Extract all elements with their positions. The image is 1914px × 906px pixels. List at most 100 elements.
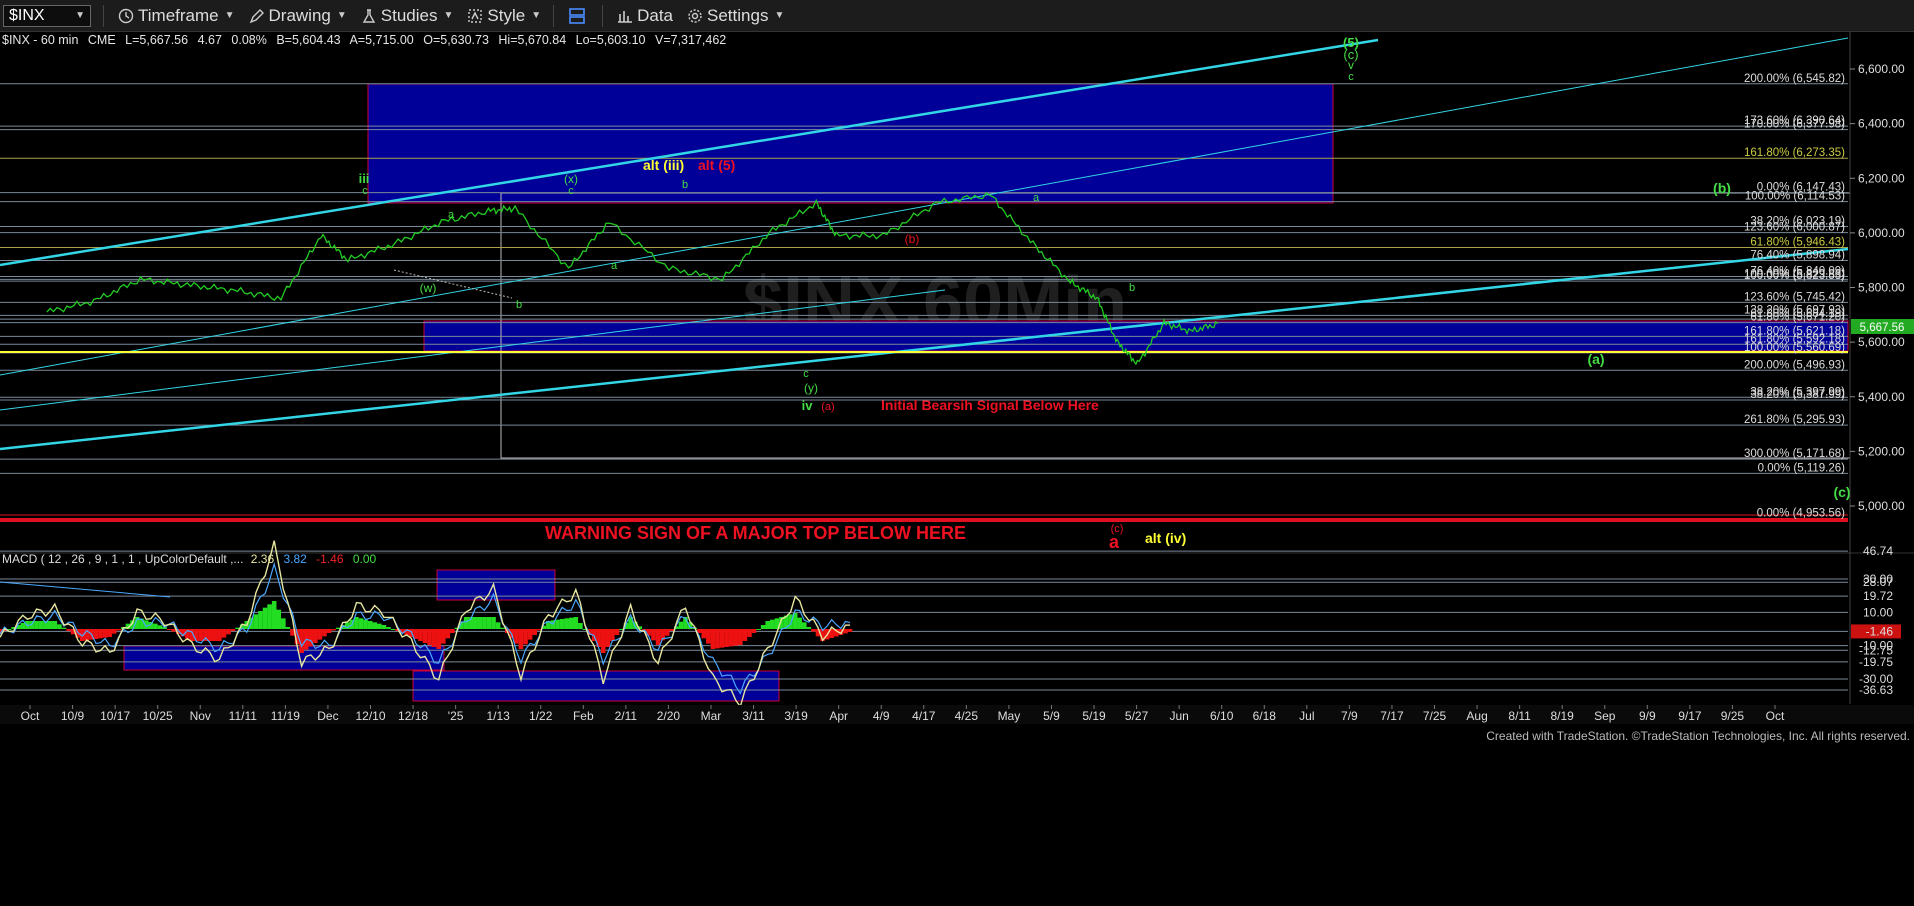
time-tick-label: 9/25: [1721, 709, 1745, 723]
time-tick-label: 4/9: [873, 709, 890, 723]
price-tick-label: 6,200.00: [1858, 171, 1905, 185]
macd-histogram-bar: [578, 623, 583, 629]
macd-histogram-bar: [788, 614, 793, 629]
settings-menu[interactable]: Settings ▼: [687, 6, 784, 26]
macd-histogram-bar: [157, 625, 163, 629]
macd-histogram-bar: [116, 629, 122, 631]
macd-histogram-bar: [358, 618, 364, 629]
macd-histogram-bar: [742, 629, 748, 641]
macd-histogram-bar: [285, 627, 291, 629]
quote-symbol: $INX - 60 min: [2, 33, 78, 47]
wave-label-a-red: (a): [821, 401, 834, 413]
macd-histogram-bar: [559, 619, 565, 629]
macd-histogram-bar: [372, 622, 378, 629]
price-tick-label: 6,400.00: [1858, 117, 1905, 131]
caret-down-icon: ▼: [531, 10, 542, 21]
time-tick-label: 7/9: [1341, 709, 1358, 723]
macd-histogram-bar: [678, 621, 684, 629]
wave-label-w: (w): [420, 281, 437, 295]
style-label: Style: [487, 5, 526, 25]
macd-histogram-bar: [600, 629, 606, 653]
macd-histogram-bar: [262, 607, 268, 629]
wave-label-a: a: [448, 209, 455, 221]
macd-histogram-bar: [20, 623, 26, 629]
fib-level-label: 200.00% (6,545.82): [1744, 73, 1845, 85]
time-tick-label: 10/17: [100, 709, 130, 723]
macd-histogram-bar: [98, 629, 103, 639]
macd-histogram-bar: [93, 629, 99, 639]
macd-histogram-bar: [322, 629, 327, 637]
wave-label-x: (x): [564, 172, 578, 186]
macd-tick-label: -1.46: [1866, 624, 1894, 638]
macd-histogram-bar: [52, 621, 58, 629]
macd-histogram-bar: [317, 629, 323, 640]
caret-down-icon: ▼: [336, 10, 347, 21]
macd-histogram-bar: [664, 629, 670, 636]
time-tick-label: 5/9: [1043, 709, 1060, 723]
macd-histogram-bar: [34, 621, 39, 629]
macd-tick-label: -10.00: [1859, 639, 1893, 653]
macd-histogram-bar: [326, 629, 332, 633]
fib-level-label: 76.40% (5,898.94): [1750, 249, 1845, 261]
macd-histogram-bar: [281, 618, 286, 629]
macd-histogram-bar: [614, 629, 620, 635]
quote-high: Hi=5,670.84: [498, 33, 566, 47]
time-tick-label: 12/18: [398, 709, 428, 723]
drawing-menu[interactable]: Drawing ▼: [249, 6, 347, 26]
macd-histogram-bar: [747, 629, 752, 637]
chart-canvas[interactable]: $INX,60Min $INX - 60 min CME L=5,667.56 …: [0, 32, 1914, 906]
macd-histogram-bar: [367, 621, 373, 629]
macd-histogram-bar: [450, 629, 455, 633]
macd-title: MACD ( 12 , 26 , 9 , 1 , 1 , UpColorDefa…: [2, 552, 377, 566]
time-tick-label: 9/17: [1678, 709, 1702, 723]
macd-histogram-bar: [843, 629, 848, 634]
fib-level-label: 61.80% (5,946.43): [1750, 237, 1845, 249]
wave-label-c: c: [1348, 71, 1354, 83]
time-tick-label: Dec: [317, 709, 338, 723]
wave-label-b: b: [516, 299, 522, 311]
macd-histogram-bar: [331, 629, 336, 631]
fib-level-label: 261.80% (5,295.93): [1744, 414, 1845, 426]
price-tick-label: 5,800.00: [1858, 281, 1905, 295]
wave-label-iii: iii: [359, 171, 370, 186]
macd-histogram-bar: [267, 604, 272, 629]
quote-low: Lo=5,603.10: [576, 33, 646, 47]
macd-histogram-bar: [440, 629, 446, 644]
time-tick-label: 7/17: [1380, 709, 1404, 723]
fib-level-label: 38.20% (5,387.99): [1750, 389, 1845, 401]
fib-level-label: 300.00% (5,171.68): [1744, 448, 1845, 460]
layout-button[interactable]: [568, 7, 590, 25]
time-tick-label: Aug: [1466, 709, 1487, 723]
fib-level-label: 0.00% (4,953.56): [1757, 508, 1845, 520]
caret-down-icon: ▼: [443, 10, 454, 21]
macd-histogram-bar: [431, 629, 437, 647]
style-menu[interactable]: Style ▼: [467, 6, 541, 26]
macd-histogram-bar: [472, 617, 478, 629]
wave-label-v: v: [1348, 58, 1354, 72]
data-menu[interactable]: Data: [617, 6, 673, 26]
toolbar-divider: [103, 4, 104, 27]
toolbar: $INX ▼ Timeframe ▼ Drawing ▼ Studies ▼ Styl…: [0, 0, 1914, 32]
time-tick-label: 11/11: [229, 709, 258, 723]
wave-label-a: a: [611, 260, 618, 272]
macd-histogram-bar: [381, 625, 387, 629]
time-tick-label: May: [998, 709, 1021, 723]
wave-label-iv: iv: [802, 398, 814, 413]
symbol-selector[interactable]: $INX ▼: [3, 4, 91, 27]
price-axis: 6,600.00 6,400.00 6,200.00 6,000.00 5,800.00…: [1850, 62, 1905, 513]
macd-histogram-bar: [207, 629, 213, 641]
macd-histogram-bar: [482, 617, 487, 629]
timeframe-menu[interactable]: Timeframe ▼: [118, 6, 235, 26]
studies-menu[interactable]: Studies ▼: [361, 6, 454, 26]
wave-label-c: c: [362, 185, 368, 197]
macd-histogram-bar: [363, 619, 368, 629]
time-tick-label: Apr: [829, 709, 848, 723]
macd-tick-label: 19.72: [1863, 589, 1893, 603]
quote-change-pct: 0.08%: [231, 33, 266, 47]
macd-histogram-bar: [212, 629, 218, 641]
time-tick-label: 9/9: [1639, 709, 1656, 723]
macd-histogram-bar: [436, 629, 442, 649]
quote-line: $INX - 60 min CME L=5,667.56 4.67 0.08% …: [2, 33, 726, 47]
time-tick-label: Oct: [1766, 709, 1785, 723]
macd-histogram-bar: [111, 629, 117, 634]
